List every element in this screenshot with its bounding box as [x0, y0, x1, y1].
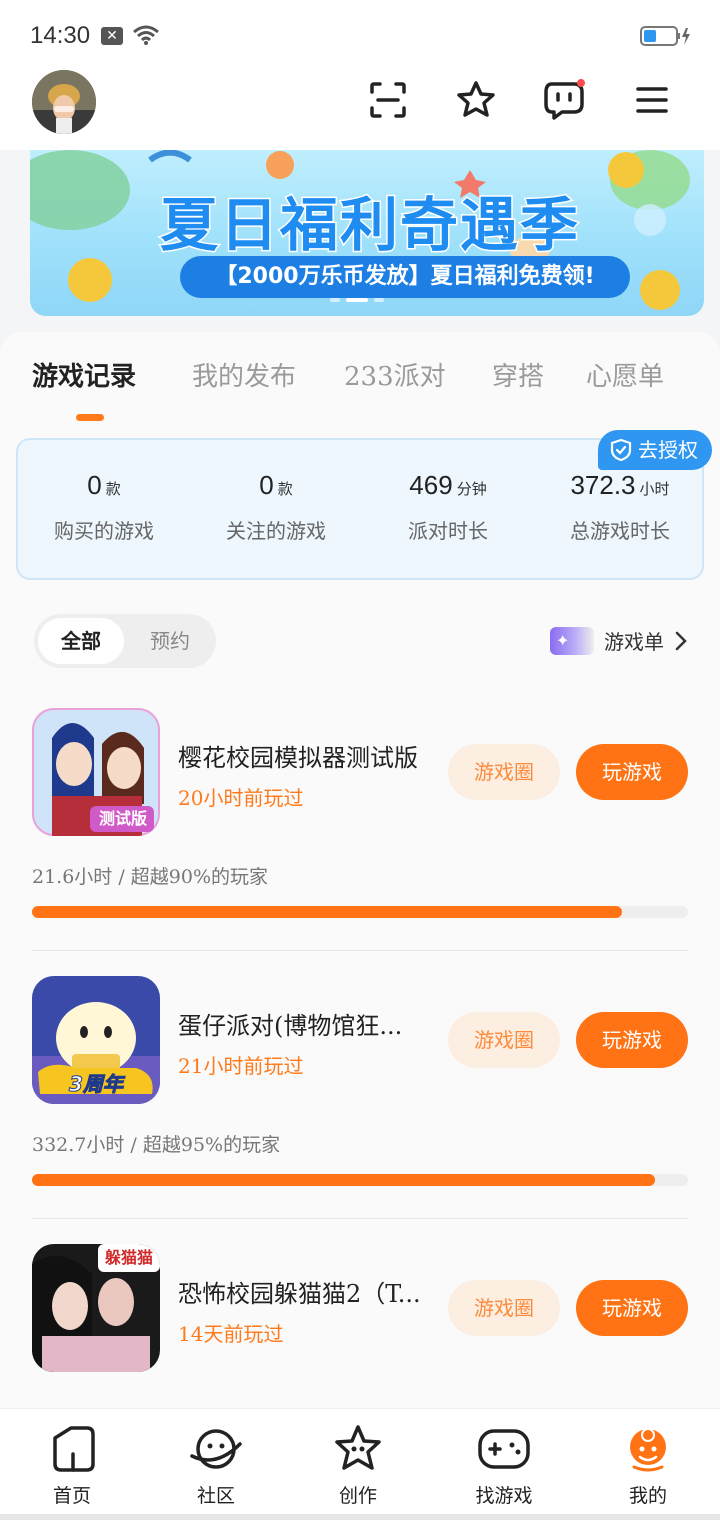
stat-value: 469 — [409, 470, 453, 500]
banner-subtitle: 【2000万乐币发放】夏日福利免费领! — [180, 256, 630, 298]
nav-label: 找游戏 — [475, 1485, 533, 1507]
sparkle-icon: ✦ — [550, 626, 594, 655]
playtime-progress-fill — [32, 1174, 656, 1186]
filter-segmented-control: 全部 预约 — [34, 614, 216, 668]
game-row[interactable]: 3周年 蛋仔派对(博物馆狂... 21小时前玩过 游戏圈 玩游戏 332.7小时… — [0, 976, 720, 1244]
last-played: 14天前玩过 — [178, 1322, 284, 1346]
stat-unit: 小时 — [639, 480, 670, 498]
promo-banner[interactable]: 夏日福利奇遇季 【2000万乐币发放】夏日福利免费领! — [30, 150, 704, 316]
scan-icon[interactable] — [364, 76, 412, 124]
active-tab-indicator — [76, 414, 104, 421]
game-circle-button[interactable]: 游戏圈 — [448, 1012, 560, 1068]
authorize-label: 去授权 — [638, 438, 698, 462]
game-icon[interactable]: 3周年 — [32, 976, 160, 1104]
avatar-image — [32, 70, 96, 134]
play-game-button[interactable]: 玩游戏 — [576, 744, 688, 800]
nav-label: 创作 — [338, 1485, 377, 1507]
filter-reserved[interactable]: 预约 — [128, 618, 212, 664]
top-header — [0, 70, 720, 150]
stat-followed-games[interactable]: 0款 关注的游戏 — [190, 470, 362, 544]
stat-label: 购买的游戏 — [54, 519, 154, 543]
shield-check-icon — [610, 438, 632, 462]
tab-game-records[interactable]: 游戏记录 — [32, 356, 136, 393]
stat-party-duration[interactable]: 469 分钟 派对时长 — [362, 470, 534, 544]
stat-total-playtime[interactable]: 372.3 小时 总游戏时长 — [534, 470, 706, 544]
chevron-right-icon — [675, 631, 687, 650]
stat-value: 372.3 — [570, 470, 636, 500]
playtime-progress — [32, 1174, 688, 1186]
stat-label: 派对时长 — [408, 519, 488, 543]
playtime-stats: 21.6小时 / 超越90%的玩家 — [32, 866, 269, 888]
community-planet-icon — [166, 1423, 266, 1475]
nav-create[interactable]: 创作 — [308, 1423, 408, 1508]
stats-card: 去授权 0款 购买的游戏 0款 关注的游戏 469 分钟 派对时长 372.3 小时… — [16, 430, 712, 580]
game-circle-button[interactable]: 游戏圈 — [448, 1280, 560, 1336]
game-icon[interactable]: 测试版 — [32, 708, 160, 836]
home-icon — [22, 1423, 122, 1475]
stat-label: 总游戏时长 — [570, 519, 670, 543]
banner-title: 夏日福利奇遇季 — [158, 190, 581, 261]
stat-purchased-games[interactable]: 0款 购买的游戏 — [18, 470, 190, 544]
game-icon-badge: 躲猫猫 — [104, 1248, 153, 1267]
stat-unit: 分钟 — [456, 480, 487, 498]
nav-profile[interactable]: 我的 — [598, 1423, 698, 1508]
gamepad-icon — [454, 1423, 554, 1475]
authorize-button[interactable]: 去授权 — [598, 430, 712, 470]
nav-community[interactable]: 社区 — [166, 1423, 266, 1508]
nav-label: 社区 — [196, 1485, 235, 1507]
game-row[interactable]: 测试版 樱花校园模拟器测试版 20小时前玩过 游戏圈 玩游戏 21.6小时 / … — [0, 708, 720, 976]
game-list-label: 游戏单 — [604, 630, 664, 654]
banner-pagination — [330, 298, 384, 302]
last-played: 21小时前玩过 — [178, 1054, 304, 1078]
game-icon[interactable]: 躲猫猫 — [32, 1244, 160, 1372]
menu-icon[interactable] — [628, 76, 676, 124]
stat-label: 关注的游戏 — [226, 519, 326, 543]
game-circle-button[interactable]: 游戏圈 — [448, 744, 560, 800]
stat-unit: 款 — [277, 480, 293, 498]
star-favorites-icon[interactable] — [452, 76, 500, 124]
game-icon-badge: 测试版 — [98, 809, 147, 828]
nav-find-games[interactable]: 找游戏 — [454, 1423, 554, 1508]
user-avatar[interactable] — [32, 70, 96, 134]
play-game-button[interactable]: 玩游戏 — [576, 1012, 688, 1068]
divider — [32, 1218, 688, 1219]
profile-content: 游戏记录 我的发布 233派对 穿搭 心愿单 去授权 0款 购买的游戏 0款 关… — [0, 332, 720, 1412]
nav-home[interactable]: 首页 — [22, 1423, 122, 1508]
notification-x-icon: ✕ — [101, 27, 123, 45]
game-title: 蛋仔派对(博物馆狂... — [178, 1012, 403, 1040]
playtime-stats: 332.7小时 / 超越95%的玩家 — [32, 1134, 281, 1156]
message-icon[interactable] — [540, 76, 588, 124]
game-list-link[interactable]: ✦ 游戏单 — [550, 626, 688, 655]
game-title: 恐怖校园躲猫猫2（T... — [178, 1280, 421, 1308]
game-title: 樱花校园模拟器测试版 — [178, 744, 418, 772]
tab-outfits[interactable]: 穿搭 — [492, 356, 544, 393]
system-home-bar — [0, 1514, 720, 1520]
divider — [32, 950, 688, 951]
stat-unit: 款 — [105, 480, 121, 498]
tab-233-party[interactable]: 233派对 — [344, 356, 446, 393]
nav-label: 我的 — [628, 1485, 667, 1507]
bottom-navigation: 首页 社区 创作 找游戏 我的 — [0, 1408, 720, 1520]
game-icon-badge: 3周年 — [69, 1072, 124, 1097]
create-star-icon — [308, 1423, 408, 1475]
playtime-progress — [32, 906, 688, 918]
stat-value: 0 — [87, 470, 102, 500]
last-played: 20小时前玩过 — [178, 786, 304, 810]
battery-icon — [640, 26, 690, 46]
playtime-progress-fill — [32, 906, 623, 918]
status-time: 14:30 — [30, 22, 91, 49]
profile-tabs: 游戏记录 我的发布 233派对 穿搭 心愿单 — [32, 356, 720, 406]
wifi-icon — [133, 25, 159, 45]
filter-all[interactable]: 全部 — [38, 618, 124, 664]
profile-face-icon — [598, 1423, 698, 1475]
status-bar: 14:30 ✕ — [0, 0, 720, 70]
tab-wishlist[interactable]: 心愿单 — [586, 356, 664, 393]
play-game-button[interactable]: 玩游戏 — [576, 1280, 688, 1336]
tab-my-posts[interactable]: 我的发布 — [192, 356, 296, 393]
nav-label: 首页 — [52, 1485, 91, 1507]
stat-value: 0 — [259, 470, 274, 500]
